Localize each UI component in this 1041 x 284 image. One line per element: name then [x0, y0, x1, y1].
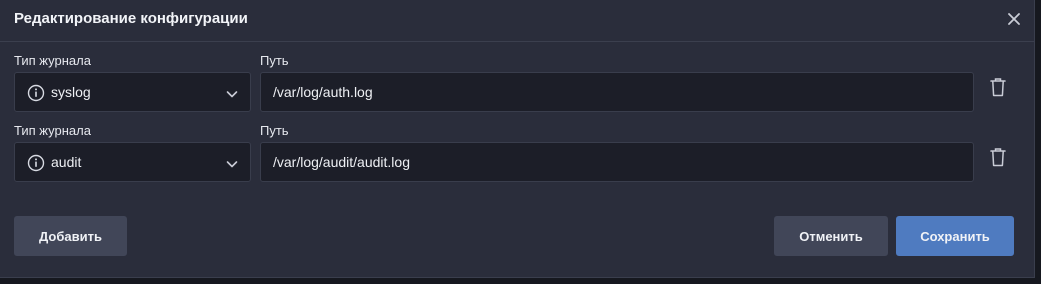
log-type-label: Тип журнала — [14, 53, 91, 68]
path-input[interactable] — [260, 142, 974, 182]
chevron-down-icon — [226, 87, 238, 99]
log-type-select[interactable]: audit — [14, 142, 251, 182]
log-type-label: Тип журнала — [14, 123, 91, 138]
path-input[interactable] — [260, 72, 974, 112]
trash-icon[interactable] — [988, 146, 1008, 168]
dialog-header: Редактирование конфигурации — [0, 0, 1034, 42]
save-button[interactable]: Сохранить — [896, 216, 1014, 256]
dialog-title: Редактирование конфигурации — [14, 10, 248, 27]
path-label: Путь — [260, 123, 289, 138]
log-type-value: syslog — [51, 84, 91, 100]
trash-icon[interactable] — [988, 76, 1008, 98]
edit-config-dialog: Редактирование конфигурации Тип журнала … — [0, 0, 1035, 278]
add-button[interactable]: Добавить — [14, 216, 127, 256]
info-icon — [27, 154, 45, 172]
chevron-down-icon — [226, 157, 238, 169]
path-label: Путь — [260, 53, 289, 68]
log-config-row: Тип журнала Путь syslog — [0, 50, 1034, 120]
close-icon[interactable] — [1005, 10, 1023, 28]
log-config-row: Тип журнала Путь audit — [0, 120, 1034, 190]
log-type-select[interactable]: syslog — [14, 72, 251, 112]
cancel-button[interactable]: Отменить — [774, 216, 888, 256]
info-icon — [27, 84, 45, 102]
log-type-value: audit — [51, 154, 82, 170]
